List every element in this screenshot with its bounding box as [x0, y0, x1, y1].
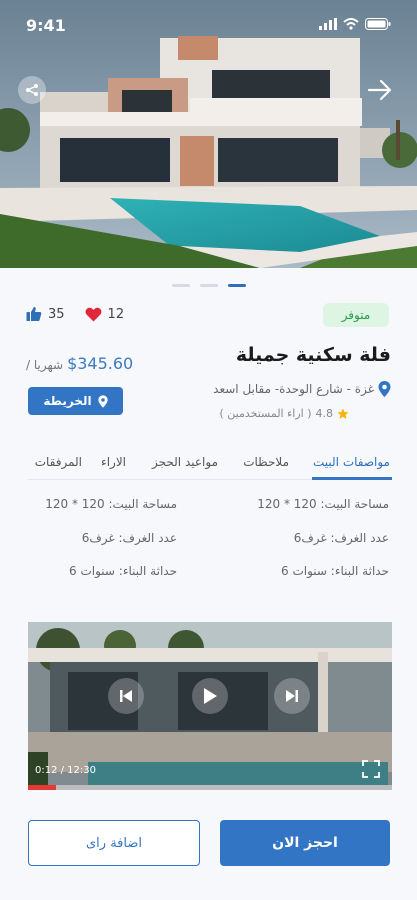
skip-forward-icon	[286, 690, 298, 702]
hero-gallery[interactable]: 9:41	[0, 0, 417, 268]
tab-reviews[interactable]: الاراء	[101, 455, 126, 469]
property-title: فلة سكنية جميلة	[235, 344, 391, 366]
spec-rooms: عدد الغرف: غرف6	[293, 531, 389, 545]
property-address: غزة - شارع الوحدة- مقابل اسعد	[213, 381, 391, 397]
rating[interactable]: ( اراء المستخدمين ) 4.8	[219, 407, 349, 420]
favorites-count: 12	[107, 306, 125, 322]
video-progress-fill	[28, 785, 56, 790]
map-button-label: الخريطة	[43, 394, 92, 408]
video-progress-track[interactable]	[28, 785, 392, 790]
thumbs-up-icon	[26, 307, 42, 321]
details-tabs: مواصفات البيت ملاحظات مواعيد الحجز الارا…	[28, 448, 392, 480]
tab-booking-dates[interactable]: مواعيد الحجز	[152, 455, 218, 469]
status-icons	[319, 18, 391, 30]
skip-back-button[interactable]	[108, 678, 144, 714]
gallery-dots	[0, 284, 417, 287]
skip-back-icon	[120, 690, 132, 702]
status-bar: 9:41	[0, 0, 417, 50]
rating-label: ( اراء المستخدمين )	[219, 407, 312, 420]
price-amount: $345.60	[67, 354, 134, 373]
share-icon	[26, 84, 38, 96]
spec-building-age: حداثة البناء: سنوات 6	[69, 564, 177, 578]
play-button[interactable]	[192, 678, 228, 714]
reactions: 35 12	[26, 306, 144, 322]
likes[interactable]: 35	[26, 306, 65, 322]
book-now-button[interactable]: احجز الان	[220, 820, 390, 866]
price: / شهريا $345.60	[26, 354, 133, 373]
gallery-dot[interactable]	[171, 284, 190, 287]
play-icon	[204, 688, 217, 704]
map-button[interactable]: الخريطة	[28, 387, 123, 415]
video-time: 0:12 / 12:30	[35, 765, 97, 776]
wifi-icon	[343, 18, 359, 30]
spec-rooms: عدد الغرف: غرف6	[81, 531, 177, 545]
tab-notes[interactable]: ملاحظات	[243, 455, 289, 469]
gallery-dot-active[interactable]	[227, 284, 246, 287]
address-text: غزة - شارع الوحدة- مقابل اسعد	[213, 382, 374, 396]
active-tab-indicator	[312, 477, 392, 480]
tab-attachments[interactable]: المرفقات	[35, 455, 82, 469]
status-time: 9:41	[26, 16, 66, 35]
fullscreen-icon[interactable]	[362, 760, 380, 778]
share-button[interactable]	[18, 76, 46, 104]
battery-icon	[365, 18, 391, 30]
availability-badge: متوفر	[323, 303, 389, 327]
location-pin-icon	[97, 394, 108, 408]
heart-icon	[85, 307, 101, 321]
gallery-dot[interactable]	[199, 284, 218, 287]
add-review-button[interactable]: اضافة راى	[28, 820, 200, 866]
arrow-right-icon[interactable]	[367, 78, 393, 102]
video-player[interactable]: 0:12 / 12:30	[28, 622, 392, 790]
spec-area: مساحة البيت: 120 * 120	[257, 497, 389, 511]
favorites[interactable]: 12	[85, 306, 125, 322]
skip-forward-button[interactable]	[274, 678, 310, 714]
signal-icon	[319, 18, 337, 30]
spec-building-age: حداثة البناء: سنوات 6	[281, 564, 389, 578]
rating-value: 4.8	[315, 407, 334, 420]
star-icon	[337, 408, 349, 419]
spec-area: مساحة البيت: 120 * 120	[45, 497, 177, 511]
location-pin-icon	[378, 381, 391, 397]
price-period: / شهريا	[26, 358, 64, 372]
likes-count: 35	[48, 306, 65, 322]
tab-house-specs[interactable]: مواصفات البيت	[313, 455, 390, 469]
